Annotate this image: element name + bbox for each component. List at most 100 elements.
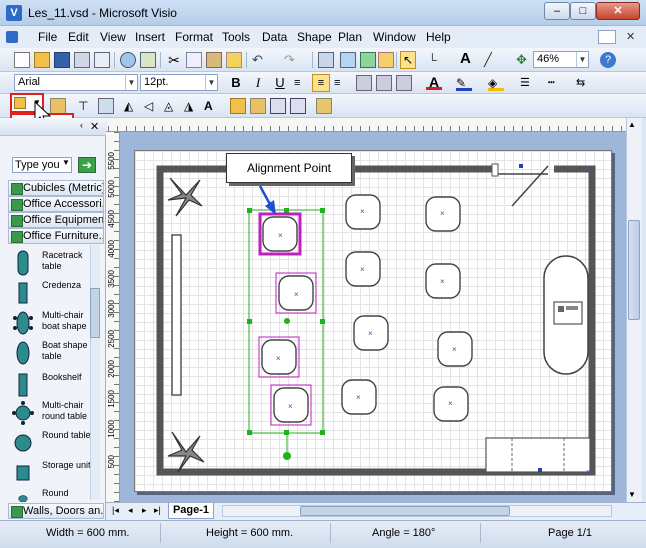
send-back-icon[interactable] bbox=[250, 98, 266, 114]
bold-button[interactable]: B bbox=[228, 75, 244, 91]
menu-file[interactable]: File bbox=[38, 30, 57, 44]
bullets-icon[interactable] bbox=[396, 75, 412, 91]
shape-boat-table[interactable]: Boat shape table bbox=[10, 338, 98, 368]
indent-icon[interactable] bbox=[376, 75, 392, 91]
paste-icon[interactable] bbox=[206, 52, 222, 68]
rotate-text-icon[interactable]: A bbox=[204, 98, 220, 114]
stencil-office-equipment[interactable]: Office Equipmen... bbox=[8, 212, 104, 228]
menu-tools[interactable]: Tools bbox=[222, 30, 250, 44]
tab-page-1[interactable]: Page-1 bbox=[168, 503, 214, 519]
connector-icon[interactable] bbox=[340, 52, 356, 68]
menu-edit[interactable]: Edit bbox=[68, 30, 89, 44]
layout-icon[interactable] bbox=[98, 98, 114, 114]
cut-icon[interactable]: ✂ bbox=[166, 52, 182, 68]
flip-vertical-icon[interactable]: ◁ bbox=[144, 98, 160, 114]
group-icon[interactable] bbox=[270, 98, 286, 114]
shapes-scrollbar[interactable] bbox=[90, 245, 100, 500]
menu-plan[interactable]: Plan bbox=[338, 30, 362, 44]
first-page-icon[interactable]: |◂ bbox=[112, 505, 119, 516]
rotate-left-icon[interactable]: ◬ bbox=[164, 98, 180, 114]
horizontal-ruler[interactable] bbox=[108, 118, 626, 132]
shape-round[interactable]: Round bbox=[10, 486, 98, 502]
menu-window[interactable]: Window bbox=[373, 30, 416, 44]
font-color-icon[interactable]: A bbox=[426, 74, 442, 90]
shape-storage-unit[interactable]: Storage unit bbox=[10, 458, 98, 488]
paragraph-icon[interactable] bbox=[356, 75, 372, 91]
print-preview-icon[interactable] bbox=[94, 52, 110, 68]
chevron-down-icon[interactable]: ▼ bbox=[125, 75, 137, 90]
copy-icon[interactable] bbox=[186, 52, 202, 68]
visio-app-icon[interactable]: V bbox=[6, 5, 22, 21]
next-page-icon[interactable]: ▸ bbox=[142, 505, 147, 516]
connector-tool-icon[interactable]: └ bbox=[428, 52, 444, 68]
vertical-scrollbar-thumb[interactable] bbox=[628, 220, 640, 320]
shape-multi-chair-round[interactable]: Multi-chair round table bbox=[10, 398, 98, 428]
close-button[interactable]: ✕ bbox=[596, 2, 640, 20]
menu-insert[interactable]: Insert bbox=[135, 30, 165, 44]
document-icon[interactable] bbox=[6, 31, 18, 43]
equipment-box[interactable] bbox=[553, 301, 583, 325]
pan-zoom-icon[interactable] bbox=[378, 52, 394, 68]
scroll-up-icon[interactable]: ▲ bbox=[628, 120, 636, 129]
fill-color-icon[interactable]: ◈ bbox=[488, 75, 504, 91]
shape-racetrack-table[interactable]: Racetrack table bbox=[10, 248, 98, 278]
connect-shapes-icon[interactable]: ⊤ bbox=[78, 98, 94, 114]
line-pattern-icon[interactable]: ┅ bbox=[548, 75, 564, 91]
pointer-tool-icon[interactable]: ↖ bbox=[400, 51, 416, 69]
underline-button[interactable]: U bbox=[272, 75, 288, 91]
search-go-button[interactable]: ➔ bbox=[78, 157, 96, 173]
chevron-down-icon[interactable]: ▼ bbox=[576, 52, 588, 67]
shape-round-table[interactable]: Round table bbox=[10, 428, 98, 458]
format-painter-icon[interactable] bbox=[226, 52, 242, 68]
open-icon[interactable] bbox=[34, 52, 50, 68]
research-icon[interactable] bbox=[120, 52, 136, 68]
storage-unit[interactable] bbox=[485, 437, 591, 473]
shapes-scrollbar-thumb[interactable] bbox=[90, 288, 100, 338]
font-size-combo[interactable]: 12pt. ▼ bbox=[140, 74, 218, 91]
menu-data[interactable]: Data bbox=[262, 30, 287, 44]
stencil-office-furniture[interactable]: Office Furniture... bbox=[8, 228, 104, 244]
help-search-box[interactable] bbox=[598, 30, 616, 44]
line-ends-icon[interactable]: ⇆ bbox=[576, 75, 592, 91]
stencil-cubicles[interactable]: Cubicles (Metric) bbox=[8, 180, 104, 196]
menu-help[interactable]: Help bbox=[426, 30, 451, 44]
line-color-icon[interactable]: ✎ bbox=[456, 75, 472, 91]
chevron-down-icon[interactable]: ▼ bbox=[205, 75, 217, 90]
shape-credenza[interactable]: Credenza bbox=[10, 278, 98, 308]
shape-multi-chair-boat[interactable]: Multi-chair boat shape bbox=[10, 308, 98, 338]
door-frame[interactable] bbox=[491, 163, 499, 177]
zoom-combo[interactable]: 46% ▼ bbox=[533, 51, 589, 68]
ungroup-icon[interactable] bbox=[290, 98, 306, 114]
flip-horizontal-icon[interactable]: ◭ bbox=[124, 98, 140, 114]
shapes-icon[interactable] bbox=[318, 52, 334, 68]
pan-icon[interactable]: ✥ bbox=[516, 52, 532, 68]
minimize-button[interactable]: – bbox=[544, 2, 570, 20]
undo-icon[interactable]: ↶ bbox=[252, 52, 268, 68]
plant-top[interactable] bbox=[167, 177, 203, 217]
spelling-icon[interactable] bbox=[140, 52, 156, 68]
rotate-right-icon[interactable]: ◮ bbox=[184, 98, 200, 114]
help-icon[interactable]: ? bbox=[600, 52, 616, 68]
plant-bottom[interactable] bbox=[167, 431, 205, 473]
align-center-icon[interactable]: ≡ bbox=[312, 74, 330, 92]
prev-page-icon[interactable]: ◂ bbox=[128, 505, 133, 516]
scroll-down-icon[interactable]: ▼ bbox=[628, 490, 636, 499]
layers-icon[interactable] bbox=[316, 98, 332, 114]
print-icon[interactable] bbox=[74, 52, 90, 68]
line-tool-icon[interactable]: ╱ bbox=[484, 52, 500, 68]
horizontal-scrollbar-thumb[interactable] bbox=[300, 506, 510, 516]
menu-view[interactable]: View bbox=[100, 30, 126, 44]
close-panel-icon[interactable]: ✕ bbox=[90, 120, 99, 133]
stencil-office-accessories[interactable]: Office Accessori... bbox=[8, 196, 104, 212]
menu-format[interactable]: Format bbox=[175, 30, 213, 44]
redo-icon[interactable]: ↷ bbox=[284, 52, 300, 68]
close-document-icon[interactable]: ✕ bbox=[626, 30, 635, 43]
save-icon[interactable] bbox=[54, 52, 70, 68]
shape-bookshelf[interactable]: Bookshelf bbox=[10, 370, 98, 400]
chairs[interactable] bbox=[261, 194, 473, 423]
font-name-combo[interactable]: Arial ▼ bbox=[14, 74, 138, 91]
bring-front-icon[interactable] bbox=[230, 98, 246, 114]
new-icon[interactable] bbox=[14, 52, 30, 68]
italic-button[interactable]: I bbox=[250, 75, 266, 91]
chevron-down-icon[interactable]: ▼ bbox=[62, 158, 70, 167]
